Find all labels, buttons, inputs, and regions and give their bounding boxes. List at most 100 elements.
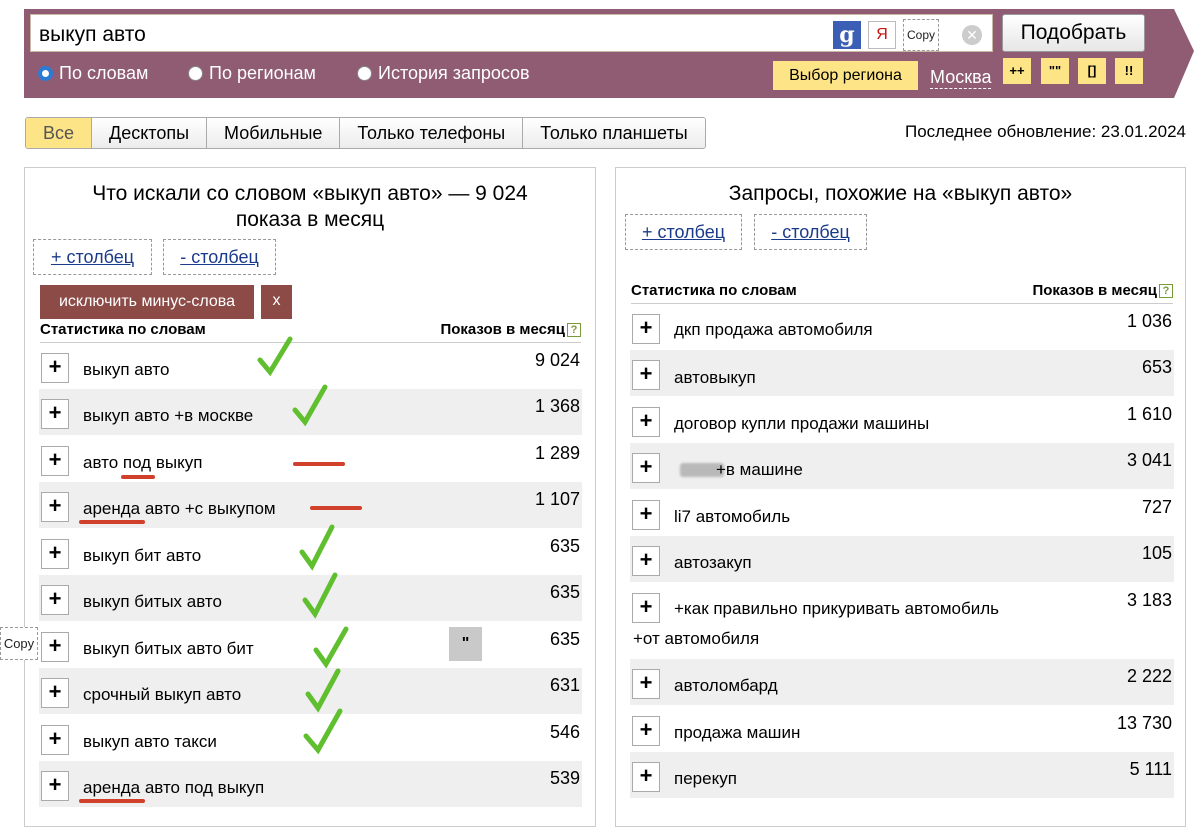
tab-all[interactable]: Все (26, 118, 93, 148)
keyword-text[interactable]: авто под выкуп (83, 453, 202, 473)
red-mark (79, 520, 145, 524)
add-keyword-button[interactable]: + (632, 360, 660, 390)
add-keyword-button[interactable]: + (632, 762, 660, 792)
table-row: + +в машине 3 041 (630, 443, 1174, 489)
add-keyword-button[interactable]: + (632, 593, 660, 623)
yandex-icon[interactable]: Я (868, 21, 896, 49)
keyword-text[interactable]: li7 автомобиль (674, 507, 790, 527)
check-mark-icon (292, 384, 328, 427)
keyword-text[interactable]: выкуп битых авто (83, 592, 222, 612)
help-icon[interactable]: ? (1159, 284, 1173, 299)
add-column-button[interactable]: + столбец (625, 214, 742, 250)
keyword-count: 1 107 (534, 489, 580, 509)
keyword-text[interactable]: выкуп авто +в москве (83, 406, 253, 426)
add-keyword-button[interactable]: + (632, 716, 660, 746)
keyword-text[interactable]: дкп продажа автомобиля (674, 320, 873, 340)
table-row: + перекуп 5 111 (630, 752, 1174, 798)
keyword-text[interactable]: выкуп авто (83, 360, 169, 380)
keyword-count: 539 (549, 768, 580, 788)
red-mark (310, 506, 362, 510)
keyword-text[interactable]: аренда авто под выкуп (83, 778, 264, 798)
keyword-count: 631 (549, 675, 580, 695)
exclude-minus-words-button[interactable]: исключить минус-слова (40, 285, 254, 319)
keyword-count: 727 (1141, 497, 1172, 517)
operator-brackets-button[interactable]: [] (1078, 58, 1106, 84)
add-column-button[interactable]: + столбец (33, 239, 152, 275)
keyword-text[interactable]: автовыкуп (674, 368, 756, 388)
keyword-text[interactable]: автозакуп (674, 553, 752, 573)
remove-column-button[interactable]: - столбец (754, 214, 867, 250)
table-row: + продажа машин 13 730 (630, 706, 1174, 752)
add-keyword-button[interactable]: + (41, 678, 69, 708)
keyword-count: 3 041 (1126, 450, 1172, 470)
remove-column-button[interactable]: - столбец (163, 239, 276, 275)
keyword-text[interactable]: договор купли продажи машины (674, 414, 929, 434)
keyword-text[interactable]: +в машине (716, 460, 803, 480)
add-keyword-button[interactable]: + (41, 446, 69, 476)
operator-plus-button[interactable]: ++ (1003, 58, 1031, 84)
tab-tablets[interactable]: Только планшеты (523, 118, 705, 148)
add-keyword-button[interactable]: + (632, 669, 660, 699)
keyword-text[interactable]: перекуп (674, 769, 737, 789)
left-panel: Что искали со словом «выкуп авто» — 9 02… (24, 167, 596, 827)
copy-button[interactable]: Copy (0, 627, 38, 660)
add-keyword-button[interactable]: + (41, 492, 69, 522)
clear-icon[interactable]: ✕ (962, 25, 982, 45)
keyword-count: 1 289 (534, 443, 580, 463)
add-keyword-button[interactable]: + (632, 314, 660, 344)
add-keyword-button[interactable]: + (632, 453, 660, 483)
add-keyword-button[interactable]: + (41, 771, 69, 801)
keyword-text[interactable]: продажа машин (674, 723, 800, 743)
red-mark (79, 799, 145, 803)
add-keyword-button[interactable]: + (632, 500, 660, 530)
mode-by-words[interactable]: По словам (38, 63, 148, 84)
keyword-text[interactable]: автоломбард (674, 676, 778, 696)
col-words-header: Статистика по словам (40, 321, 206, 338)
radio-unchecked-icon (357, 66, 372, 81)
operator-quotes-button[interactable]: "" (1041, 58, 1069, 84)
keyword-count: 546 (549, 722, 580, 742)
keyword-count: 5 111 (1129, 759, 1172, 779)
google-icon[interactable]: g (833, 21, 861, 49)
keyword-text[interactable]: выкуп бит авто (83, 546, 201, 566)
tab-phones[interactable]: Только телефоны (340, 118, 524, 148)
table-row: + автовыкуп 653 (630, 350, 1174, 396)
check-mark-icon (313, 626, 349, 669)
add-keyword-button[interactable]: + (41, 539, 69, 569)
help-icon[interactable]: ? (567, 323, 581, 338)
col-count-header: Показов в месяц? (1032, 280, 1173, 302)
add-keyword-button[interactable]: + (41, 725, 69, 755)
tab-desktops[interactable]: Десктопы (92, 118, 208, 148)
keyword-text-line2[interactable]: +от автомобиля (633, 629, 759, 649)
region-select-button[interactable]: Выбор региона (773, 61, 918, 90)
add-keyword-button[interactable]: + (41, 399, 69, 429)
col-words-header: Статистика по словам (631, 282, 797, 299)
keyword-count: 635 (549, 629, 580, 649)
add-keyword-button[interactable]: + (41, 632, 69, 662)
operator-exclamation-button[interactable]: !! (1115, 58, 1143, 84)
keyword-text[interactable]: +как правильно прикуривать автомобиль (674, 599, 999, 619)
city-link[interactable]: Москва (930, 66, 992, 89)
check-mark-icon (303, 708, 343, 755)
mode-by-regions[interactable]: По регионам (188, 63, 316, 84)
tab-mobile[interactable]: Мобильные (207, 118, 341, 148)
right-title: Запросы, похожие на «выкуп авто» (728, 182, 1073, 205)
device-tabs: Все Десктопы Мобильные Только телефоны Т… (25, 117, 706, 149)
radio-checked-icon (38, 66, 53, 81)
keyword-text[interactable]: выкуп авто такси (83, 732, 217, 752)
right-panel: Запросы, похожие на «выкуп авто» + столб… (615, 167, 1186, 827)
keyword-text[interactable]: аренда авто +с выкупом (83, 499, 276, 519)
exclude-close-button[interactable]: x (261, 285, 292, 319)
add-keyword-button[interactable]: + (632, 546, 660, 576)
keyword-text[interactable]: срочный выкуп авто (83, 685, 241, 705)
submit-button[interactable]: Подобрать (1002, 14, 1145, 52)
check-mark-icon (257, 336, 293, 377)
add-keyword-button[interactable]: + (41, 353, 69, 383)
add-keyword-button[interactable]: + (41, 585, 69, 615)
add-keyword-button[interactable]: + (632, 407, 660, 437)
mode-history[interactable]: История запросов (357, 63, 530, 84)
quote-button[interactable]: " (449, 627, 482, 661)
keyword-count: 9 024 (534, 350, 580, 370)
copy-button[interactable]: Copy (903, 19, 939, 51)
keyword-text[interactable]: выкуп битых авто бит (83, 639, 254, 659)
